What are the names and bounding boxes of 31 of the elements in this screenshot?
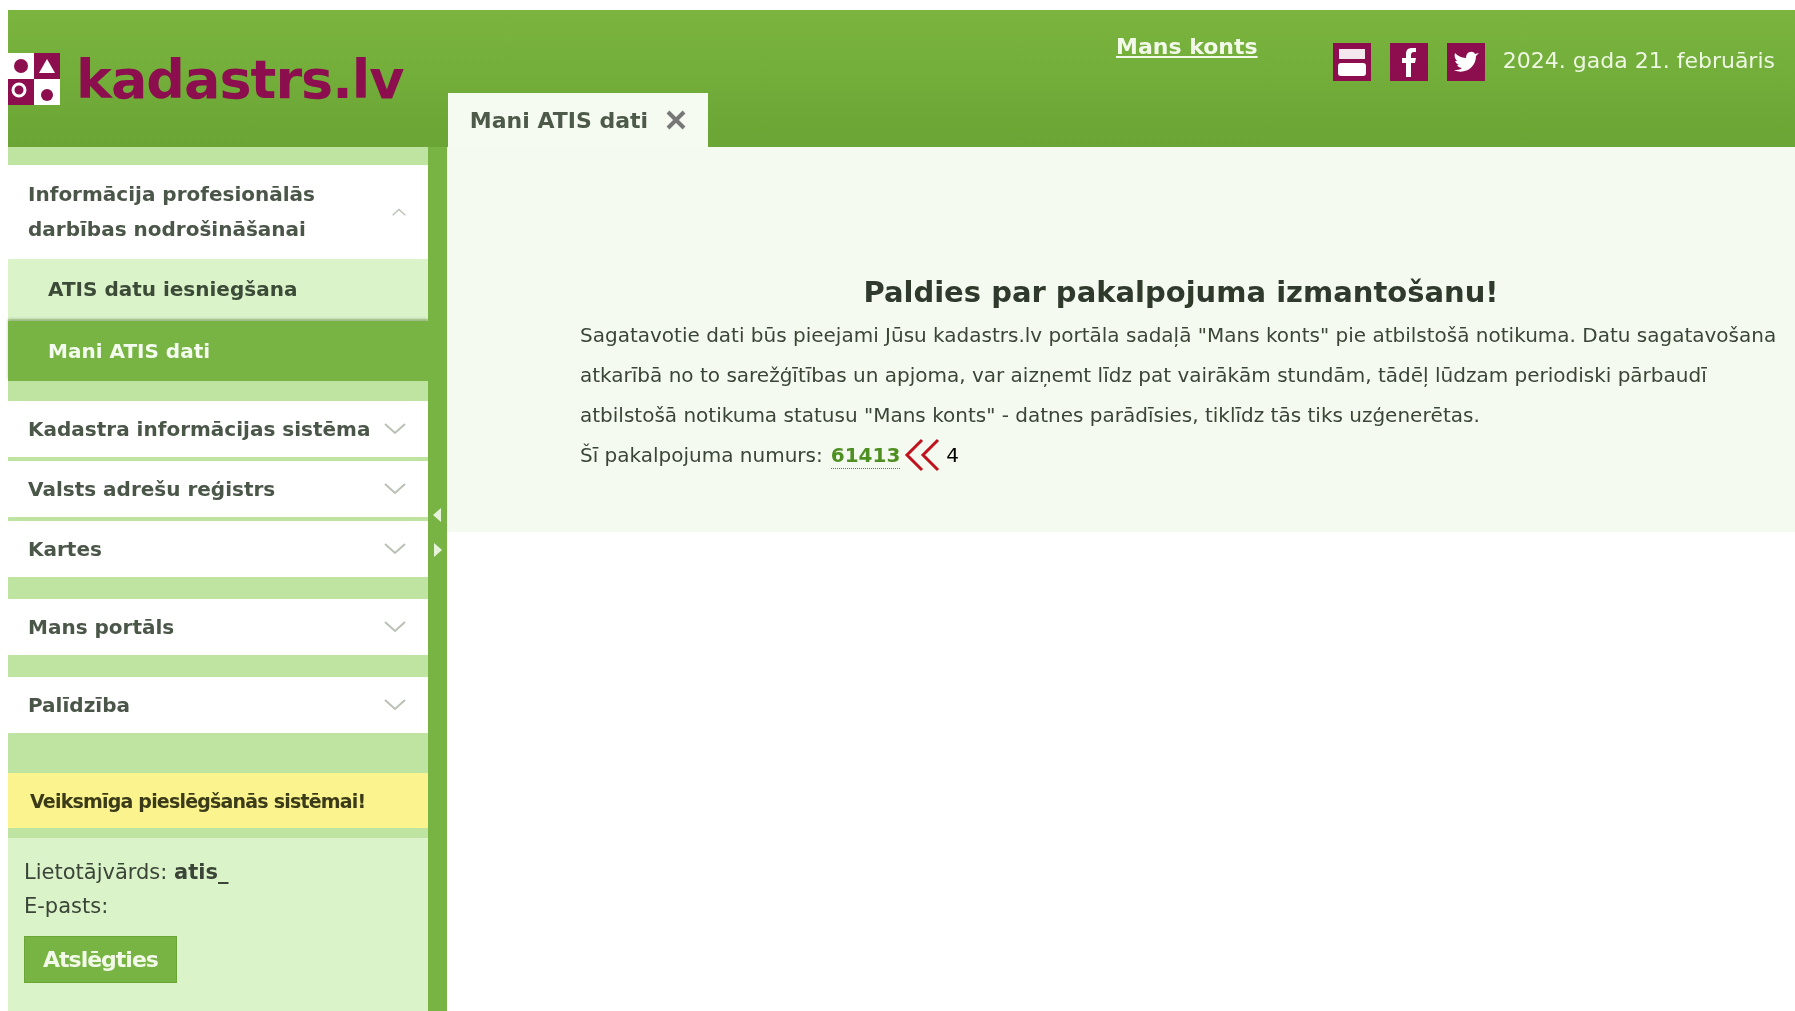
chevron-icon[interactable] bbox=[384, 422, 406, 436]
facebook-icon[interactable] bbox=[1390, 43, 1428, 81]
page-title: Paldies par pakalpojuma izmantošanu! bbox=[863, 275, 1499, 309]
collapse-icon[interactable] bbox=[432, 507, 442, 523]
twitter-icon[interactable] bbox=[1447, 43, 1485, 81]
email-label: E-pasts: bbox=[24, 894, 109, 918]
expand-icon[interactable] bbox=[433, 542, 443, 558]
number-tail: 4 bbox=[946, 442, 960, 469]
service-number: 61413 bbox=[830, 441, 901, 469]
sidebar-item[interactable]: Mans portāls bbox=[8, 599, 428, 655]
chevron-icon[interactable] bbox=[384, 482, 406, 496]
chevron-icon[interactable] bbox=[384, 542, 406, 556]
message-text: atbilstošā notikuma statusu "Mans konts" - datnes parādīsies, tiklīdz tās tiks uzģenerētas. bbox=[580, 402, 1481, 429]
tab[interactable]: Mani ATIS dati bbox=[448, 93, 708, 147]
message-text: atkarībā no to sarežģītības un apjoma, var aizņemt līdz pat vairākām stundām, tādēļ lūdzam periodiski pārbaudī bbox=[580, 362, 1708, 389]
chevron-icon[interactable] bbox=[384, 620, 406, 634]
number-label: Šī pakalpojuma numurs: bbox=[580, 442, 823, 469]
sidebar-item[interactable]: Kartes bbox=[8, 521, 428, 577]
message-text: Sagatavotie dati būs pieejami Jūsu kadastrs.lv portāla sadaļā "Mans konts" pie atbilstošā notikuma. Datu sagatavošana bbox=[580, 322, 1778, 349]
date-text: 2024. gada 21. februāris bbox=[1502, 48, 1775, 73]
logo-icon bbox=[8, 53, 60, 105]
sidebar-item[interactable]: Palīdzība bbox=[8, 677, 428, 733]
username-text: Lietotājvārds: atis_ bbox=[24, 860, 229, 884]
sidebar-item[interactable]: Kadastra informācijas sistēma bbox=[8, 401, 428, 457]
sidebar-item[interactable]: Valsts adrešu reģistrs bbox=[8, 461, 428, 517]
success-notice: Veiksmīga pieslēgšanās sistēmai! bbox=[8, 773, 428, 828]
sidebar-item[interactable]: Informācija profesionālās darbības nodrošināšanai bbox=[8, 165, 428, 259]
chevron-icon[interactable] bbox=[384, 698, 406, 712]
submenu-item[interactable]: ATIS datu iesniegšana bbox=[8, 259, 428, 319]
video-icon[interactable] bbox=[1333, 43, 1371, 81]
close-icon[interactable] bbox=[666, 110, 687, 130]
